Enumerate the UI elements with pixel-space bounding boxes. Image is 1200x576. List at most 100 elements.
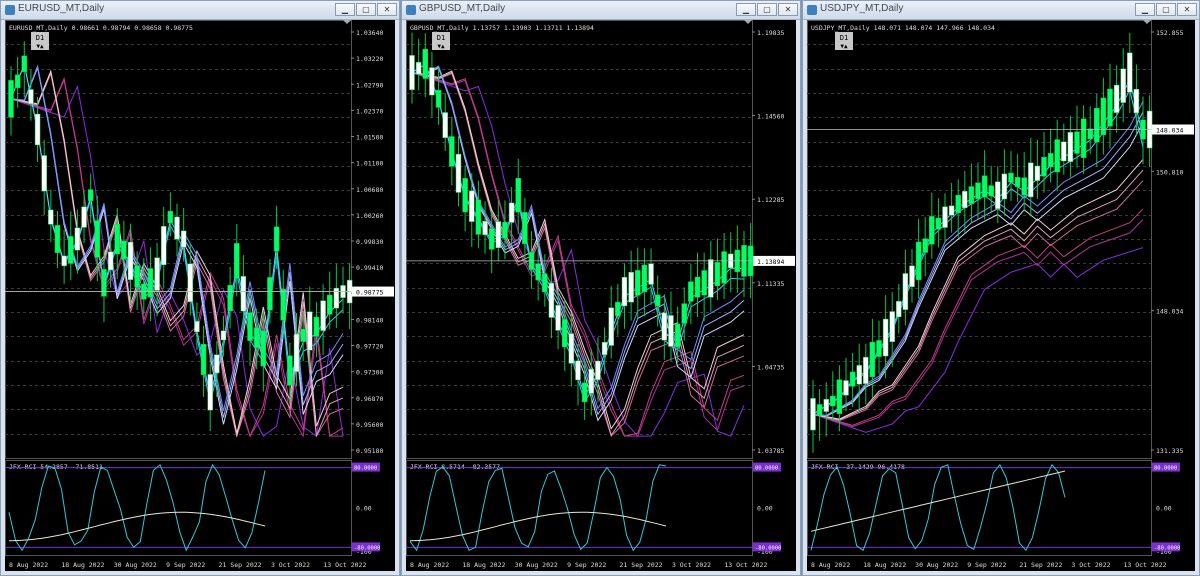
candle-body <box>568 333 575 364</box>
candle-body <box>1087 128 1093 140</box>
candle-body <box>326 294 333 315</box>
candle-body <box>942 206 948 228</box>
chart-canvas[interactable]: EURUSD_MT,Daily 0.98661 0.98794 0.98658 … <box>5 20 395 571</box>
candle-body <box>287 355 293 386</box>
level-minus80-label: -80.0000 <box>354 545 381 551</box>
candle-body <box>435 90 442 108</box>
window-titlebar[interactable]: EURUSD_MT,Daily ▁ ▢ ✕ <box>1 1 399 20</box>
candle-body <box>1041 157 1047 177</box>
chart-header-quote: GBPUSD_MT,Daily 1.13757 1.13903 1.13711 … <box>410 24 594 32</box>
candle-body <box>1074 131 1080 154</box>
candle-body <box>823 399 829 412</box>
price-tick-label: 1.19835 <box>757 29 784 37</box>
price-tick-label: 0.97300 <box>356 369 383 377</box>
candle-body <box>48 209 54 225</box>
candle-body <box>273 226 280 252</box>
candle-body <box>595 360 601 381</box>
candle-body <box>628 271 634 303</box>
candle-body <box>68 236 74 264</box>
usdjpy-chart-window[interactable]: USDJPY_MT,Daily ▁ ▢ ✕ USDJPY_MT,Daily 14… <box>802 0 1200 576</box>
candle-body <box>54 225 61 253</box>
indicator-label: JFX-RCI 8.5714 -82.3577 <box>410 463 500 471</box>
minimize-button[interactable]: ▁ <box>736 3 756 16</box>
close-button[interactable]: ✕ <box>1177 3 1197 16</box>
chart-window-icon <box>5 5 15 15</box>
candle-body <box>981 175 988 198</box>
candle-body <box>896 301 902 318</box>
candle-body <box>8 80 14 118</box>
candle-body <box>641 264 648 293</box>
close-button[interactable]: ✕ <box>778 3 798 16</box>
chart-svg[interactable]: EURUSD_MT,Daily 0.98661 0.98794 0.98658 … <box>5 20 395 571</box>
candle-body <box>207 374 213 411</box>
chart-canvas[interactable]: USDJPY_MT,Daily 148.071 148.074 147.966 … <box>807 20 1195 571</box>
candle-body <box>948 205 955 216</box>
gbpusd-chart-window[interactable]: GBPUSD_MT,Daily ▁ ▢ ✕ GBPUSD_MT,Daily 1.… <box>401 0 801 576</box>
candle-body <box>1127 52 1133 93</box>
date-axis-label: 9 Sep 2022 <box>567 561 606 569</box>
candle-body <box>174 216 180 240</box>
candle-body <box>121 240 127 260</box>
date-axis-label: 9 Sep 2022 <box>166 561 205 569</box>
price-tick-label: 1.11335 <box>757 280 784 288</box>
candle-body <box>1008 172 1014 183</box>
candle-body <box>902 273 909 310</box>
candle-body <box>320 300 326 331</box>
candle-body <box>469 190 475 222</box>
candle-body <box>28 89 34 105</box>
window-titlebar[interactable]: USDJPY_MT,Daily ▁ ▢ ✕ <box>803 1 1199 20</box>
candle-body <box>1021 177 1027 196</box>
candle-body <box>843 380 849 396</box>
maximize-button[interactable]: ▢ <box>1156 3 1176 16</box>
candle-body <box>608 307 614 346</box>
eurusd-chart-window[interactable]: EURUSD_MT,Daily ▁ ▢ ✕ EURUSD_MT,Daily 0.… <box>0 0 400 576</box>
date-axis-label: 18 Aug 2022 <box>863 561 906 569</box>
candle-body <box>909 265 915 287</box>
chart-svg[interactable]: GBPUSD_MT,Daily 1.13757 1.13903 1.13711 … <box>406 20 796 571</box>
date-axis-label: 30 Aug 2022 <box>915 561 958 569</box>
candle-body <box>134 265 140 288</box>
close-button[interactable]: ✕ <box>377 3 397 16</box>
candle-body <box>41 155 47 192</box>
price-tick-label: 0.99830 <box>356 238 383 246</box>
chart-header-quote: EURUSD_MT,Daily 0.98661 0.98794 0.98658 … <box>9 24 193 32</box>
candle-body <box>1014 177 1021 188</box>
candle-body <box>929 216 935 245</box>
candle-body <box>721 251 727 284</box>
candle-body <box>575 360 581 381</box>
chart-shift-icon <box>343 20 351 24</box>
level-minus80-label: -80.0000 <box>1154 545 1181 551</box>
price-tick-label: 1.01100 <box>356 160 383 168</box>
candle-body <box>409 55 415 90</box>
candle-body <box>922 238 928 253</box>
price-tick-label: 1.01500 <box>356 134 383 142</box>
chart-svg[interactable]: USDJPY_MT,Daily 148.071 148.074 147.966 … <box>807 20 1195 571</box>
timeframe-label: D1 <box>36 34 44 42</box>
candle-body <box>293 333 300 372</box>
candle-body <box>995 181 1001 209</box>
window-titlebar[interactable]: GBPUSD_MT,Daily ▁ ▢ ✕ <box>402 1 800 20</box>
price-tick-label: 1.02790 <box>356 81 383 89</box>
maximize-button[interactable]: ▢ <box>757 3 777 16</box>
maximize-button[interactable]: ▢ <box>356 3 376 16</box>
candle-body <box>442 112 448 138</box>
chart-canvas[interactable]: GBPUSD_MT,Daily 1.13757 1.13903 1.13711 … <box>406 20 796 571</box>
candle-body <box>988 185 994 197</box>
candle-body <box>61 255 67 267</box>
candle-body <box>21 55 28 72</box>
price-tick-label: 152.855 <box>1156 29 1183 37</box>
candle-body <box>280 288 286 321</box>
candle-body <box>816 404 823 416</box>
candle-body <box>253 327 260 348</box>
candle-body <box>615 301 621 317</box>
ma-ribbon-line <box>812 219 1144 428</box>
minimize-button[interactable]: ▁ <box>1135 3 1155 16</box>
candle-body <box>74 227 81 251</box>
minimize-button[interactable]: ▁ <box>335 3 355 16</box>
candle-body <box>635 270 641 296</box>
candle-body <box>333 287 340 309</box>
candle-body <box>449 136 455 167</box>
candle-body <box>227 285 233 312</box>
candle-body <box>661 312 668 341</box>
indicator-pane-border <box>807 460 1152 556</box>
